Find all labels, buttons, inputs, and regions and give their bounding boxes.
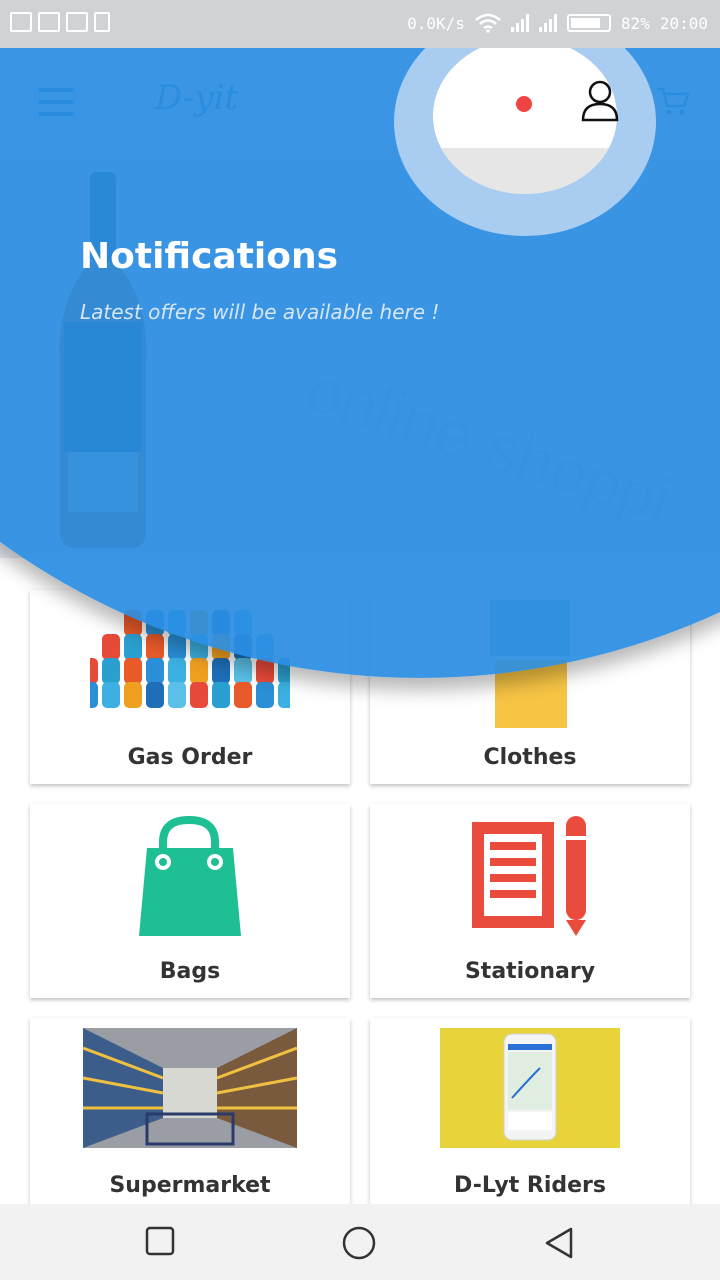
app-logo: D-yit [155, 78, 239, 118]
screenshot-icon [66, 12, 88, 32]
bottle-image [59, 172, 147, 548]
gas-cylinder [146, 610, 164, 636]
gas-cylinder [256, 658, 274, 684]
app-screen: D-yit online shoppi Gas Order Clothes Ba… [0, 48, 720, 1212]
category-card-clothes[interactable]: Clothes [370, 590, 690, 784]
gas-cylinder [190, 610, 208, 636]
gas-cylinder [168, 634, 186, 660]
gas-cylinder [256, 634, 274, 660]
signal-icon-2 [538, 14, 557, 32]
gas-cylinder [168, 658, 186, 684]
status-bar: 0.0K/s 82% 20:00 [0, 0, 720, 48]
shopping-bag-icon [139, 816, 241, 936]
gas-cylinder [124, 634, 142, 660]
home-button[interactable] [342, 1226, 376, 1260]
category-card-gas-order[interactable]: Gas Order [30, 590, 350, 784]
network-speed: 0.0K/s [407, 13, 465, 33]
gas-cylinder [278, 658, 290, 684]
gas-cylinder [212, 658, 230, 684]
category-card-stationary[interactable]: Stationary [370, 804, 690, 998]
gas-cylinder [190, 658, 208, 684]
category-label: Stationary [464, 959, 596, 984]
gas-cylinder [146, 634, 164, 660]
category-label: Bags [159, 959, 221, 984]
gas-cylinder [146, 658, 164, 684]
category-label: Clothes [483, 745, 577, 770]
category-card-bags[interactable]: Bags [30, 804, 350, 998]
battery-percent: 82% [620, 13, 650, 33]
gas-cylinder [234, 682, 252, 708]
gas-cylinder [102, 658, 120, 684]
signal-icon [510, 14, 529, 32]
category-label: D-Lyt Riders [454, 1173, 606, 1198]
promo-banner[interactable]: online shoppi [0, 158, 720, 558]
gas-cylinder [234, 658, 252, 684]
gas-cylinder [90, 682, 98, 708]
gas-cylinder [102, 682, 120, 708]
mail-icon [38, 12, 60, 32]
gas-cylinder [102, 634, 120, 660]
gmail-icon [10, 12, 32, 32]
gas-cylinder [212, 682, 230, 708]
navigation-bar [0, 1204, 720, 1280]
toolbar: D-yit [0, 48, 720, 158]
gas-cylinder [124, 682, 142, 708]
category-card-riders[interactable]: D-Lyt Riders [370, 1018, 690, 1212]
gas-cylinder [234, 634, 252, 660]
tshirt-icon [490, 600, 570, 728]
battery-icon [566, 14, 611, 32]
gas-cylinder [124, 610, 142, 636]
gas-cylinder [212, 634, 230, 660]
gas-cylinder [168, 682, 186, 708]
gas-cylinder [278, 682, 290, 708]
gas-cylinder [190, 682, 208, 708]
gas-cylinder [256, 682, 274, 708]
cart-icon[interactable] [656, 86, 690, 116]
file-icon [94, 12, 110, 32]
gas-cylinder [124, 658, 142, 684]
gas-cylinders-image [90, 610, 290, 708]
category-card-supermarket[interactable]: Supermarket [30, 1018, 350, 1212]
gas-cylinder [212, 610, 230, 636]
category-label: Gas Order [127, 745, 253, 770]
banner-text: online shoppi [298, 352, 680, 538]
supermarket-image [83, 1028, 297, 1148]
gas-cylinder [90, 658, 98, 684]
wifi-icon [475, 13, 501, 33]
category-label: Supermarket [109, 1173, 271, 1198]
menu-icon[interactable] [38, 88, 74, 116]
gas-cylinder [168, 610, 186, 636]
stationary-icon [472, 816, 586, 936]
recents-button[interactable] [145, 1226, 175, 1256]
clock: 20:00 [659, 13, 708, 33]
gas-cylinder [146, 682, 164, 708]
back-button[interactable] [543, 1226, 575, 1260]
gas-cylinder [234, 610, 252, 636]
riders-map-image [440, 1028, 620, 1148]
gas-cylinder [190, 634, 208, 660]
